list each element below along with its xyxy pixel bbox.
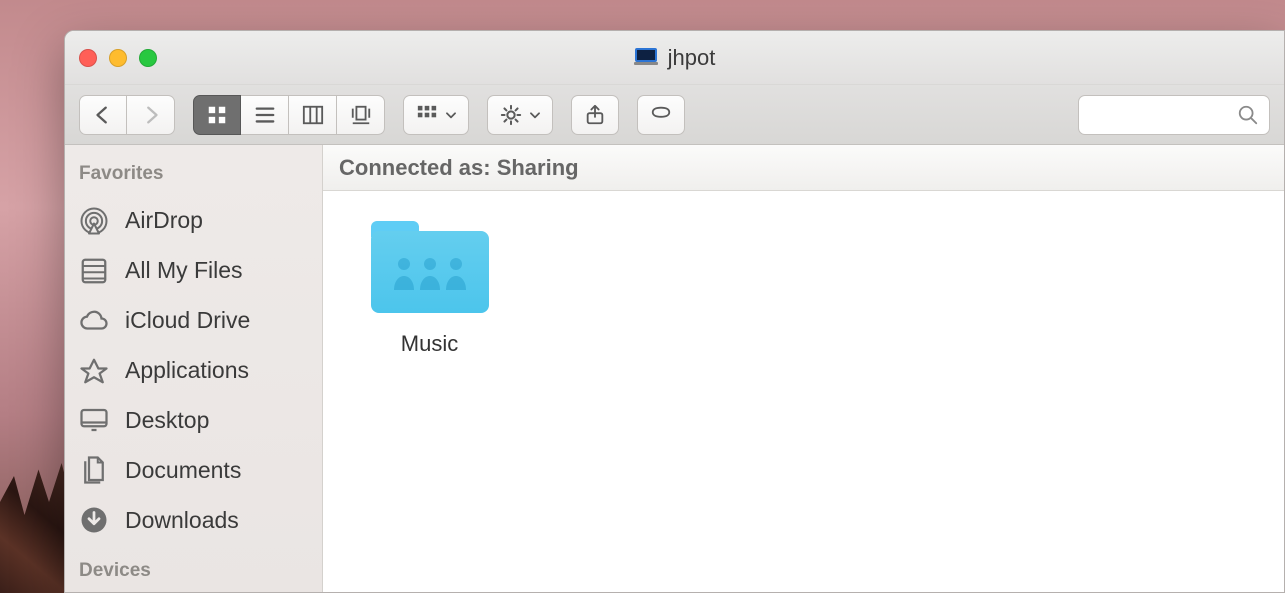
tags-button[interactable] bbox=[637, 95, 685, 135]
share-icon bbox=[582, 104, 608, 126]
window-title: jhpot bbox=[668, 45, 716, 71]
titlebar[interactable]: jhpot bbox=[65, 31, 1284, 85]
column-view-button[interactable] bbox=[289, 95, 337, 135]
icloud-icon bbox=[79, 306, 109, 336]
list-view-button[interactable] bbox=[241, 95, 289, 135]
shared-folder-icon bbox=[371, 221, 489, 313]
forward-button[interactable] bbox=[127, 95, 175, 135]
sidebar-item-label: iCloud Drive bbox=[125, 307, 250, 334]
sidebar-section-header: Devices bbox=[73, 560, 314, 592]
sidebar-item-downloads[interactable]: Downloads bbox=[73, 496, 314, 544]
view-mode-buttons bbox=[193, 95, 385, 135]
tag-icon bbox=[648, 104, 674, 126]
window-zoom-button[interactable] bbox=[139, 49, 157, 67]
sidebar: Favorites AirDrop All My Files iCloud Dr… bbox=[65, 145, 323, 592]
back-button[interactable] bbox=[79, 95, 127, 135]
title-computer-icon bbox=[634, 45, 658, 71]
search-icon bbox=[1237, 104, 1259, 126]
desktop-icon bbox=[79, 405, 109, 435]
action-button[interactable] bbox=[487, 95, 553, 135]
gear-icon bbox=[498, 104, 524, 126]
documents-icon bbox=[79, 455, 109, 485]
toolbar bbox=[65, 85, 1284, 145]
sidebar-item-label: AirDrop bbox=[125, 207, 203, 234]
sidebar-item-label: All My Files bbox=[125, 257, 243, 284]
icon-view-button[interactable] bbox=[193, 95, 241, 135]
sidebar-item-label: Desktop bbox=[125, 407, 209, 434]
connection-status-bar: Connected as: Sharing bbox=[323, 145, 1284, 191]
window-minimize-button[interactable] bbox=[109, 49, 127, 67]
sidebar-item-airdrop[interactable]: AirDrop bbox=[73, 197, 314, 245]
folder-item-music[interactable]: Music bbox=[347, 221, 512, 357]
sidebar-item-all-my-files[interactable]: All My Files bbox=[73, 247, 314, 295]
chevron-down-icon bbox=[528, 108, 542, 122]
sidebar-item-documents[interactable]: Documents bbox=[73, 446, 314, 494]
share-button[interactable] bbox=[571, 95, 619, 135]
window-close-button[interactable] bbox=[79, 49, 97, 67]
connection-status-text: Connected as: Sharing bbox=[339, 155, 579, 181]
nav-buttons bbox=[79, 95, 175, 135]
sidebar-item-label: Applications bbox=[125, 357, 249, 384]
sidebar-item-desktop[interactable]: Desktop bbox=[73, 396, 314, 444]
sidebar-item-icloud[interactable]: iCloud Drive bbox=[73, 297, 314, 345]
sidebar-section-header: Favorites bbox=[73, 163, 314, 195]
main-area: Connected as: Sharing Music bbox=[323, 145, 1284, 592]
all-my-files-icon bbox=[79, 256, 109, 286]
chevron-down-icon bbox=[444, 108, 458, 122]
folder-label: Music bbox=[401, 331, 458, 357]
icon-view-area[interactable]: Music bbox=[323, 191, 1284, 592]
sidebar-item-applications[interactable]: Applications bbox=[73, 347, 314, 395]
arrange-button[interactable] bbox=[403, 95, 469, 135]
sidebar-item-label: Downloads bbox=[125, 507, 239, 534]
applications-icon bbox=[79, 356, 109, 386]
coverflow-view-button[interactable] bbox=[337, 95, 385, 135]
sidebar-item-label: Documents bbox=[125, 457, 241, 484]
downloads-icon bbox=[79, 505, 109, 535]
airdrop-icon bbox=[79, 206, 109, 236]
finder-window: jhpot bbox=[64, 30, 1285, 593]
search-field[interactable] bbox=[1078, 95, 1270, 135]
